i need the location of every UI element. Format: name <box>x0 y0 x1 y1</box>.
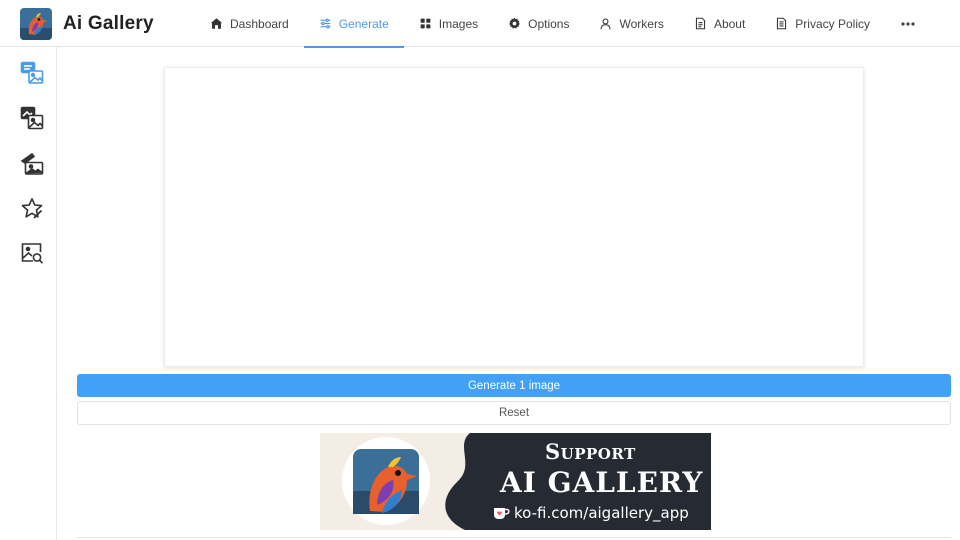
grid-icon <box>420 18 431 29</box>
banner-title-text: AI GALLERY <box>500 466 704 499</box>
image-search-icon <box>21 243 44 264</box>
nav-generate[interactable]: Generate <box>303 0 404 48</box>
nav-images[interactable]: Images <box>404 0 493 47</box>
nav-label: Privacy Policy <box>795 16 870 31</box>
nav-label: About <box>713 16 746 31</box>
app-title: Ai Gallery <box>63 13 154 34</box>
home-icon <box>210 18 223 29</box>
favorites-icon <box>21 198 43 219</box>
generate-button[interactable]: Generate 1 image <box>77 374 951 397</box>
nav-label: Dashboard <box>230 16 289 31</box>
sidebar-item-inpaint[interactable] <box>19 151 45 177</box>
nav-privacy-policy[interactable]: Privacy Policy <box>760 0 885 47</box>
sliders-icon <box>320 18 331 29</box>
nav-label: Workers <box>619 16 664 31</box>
nav-label: Generate <box>338 16 389 31</box>
gear-icon <box>509 17 521 29</box>
sidebar <box>0 47 57 540</box>
banner-kofi-link[interactable]: ko-fi.com/aigallery_app <box>514 504 689 522</box>
support-banner[interactable]: Support AI GALLERY ko-fi.com/aigallery_a… <box>320 433 711 530</box>
kofi-cup-icon <box>494 508 510 519</box>
brand[interactable]: Ai Gallery <box>20 8 154 40</box>
nav-label: Options <box>528 16 570 31</box>
nav-options[interactable]: Options <box>493 0 584 47</box>
document-icon <box>695 17 706 30</box>
nav-workers[interactable]: Workers <box>584 0 678 47</box>
sidebar-item-image-to-image[interactable] <box>19 105 45 131</box>
nav-more-button[interactable] <box>885 0 938 47</box>
banner-support-text: Support <box>545 439 636 464</box>
nav-about[interactable]: About <box>679 0 760 47</box>
user-icon <box>600 18 611 30</box>
reset-button[interactable]: Reset <box>77 401 951 425</box>
top-navbar: Ai Gallery Dashboard Generate Images Opt… <box>0 0 960 48</box>
sidebar-item-text-to-image[interactable] <box>19 60 45 86</box>
bird-logo <box>20 8 52 40</box>
nav-label: Images <box>438 16 479 31</box>
inpaint-icon <box>20 152 44 175</box>
sidebar-item-image-search[interactable] <box>19 240 45 266</box>
policy-icon <box>777 17 787 30</box>
sidebar-item-favorites[interactable] <box>19 196 45 222</box>
more-dots-icon <box>901 21 915 26</box>
image-canvas[interactable] <box>164 67 864 367</box>
bird-logo <box>353 449 419 514</box>
text-to-image-icon <box>20 61 44 84</box>
nav-dashboard[interactable]: Dashboard <box>195 0 304 47</box>
main-nav: Dashboard Generate Images Options Worker… <box>195 0 938 48</box>
image-to-image-icon <box>20 106 44 130</box>
